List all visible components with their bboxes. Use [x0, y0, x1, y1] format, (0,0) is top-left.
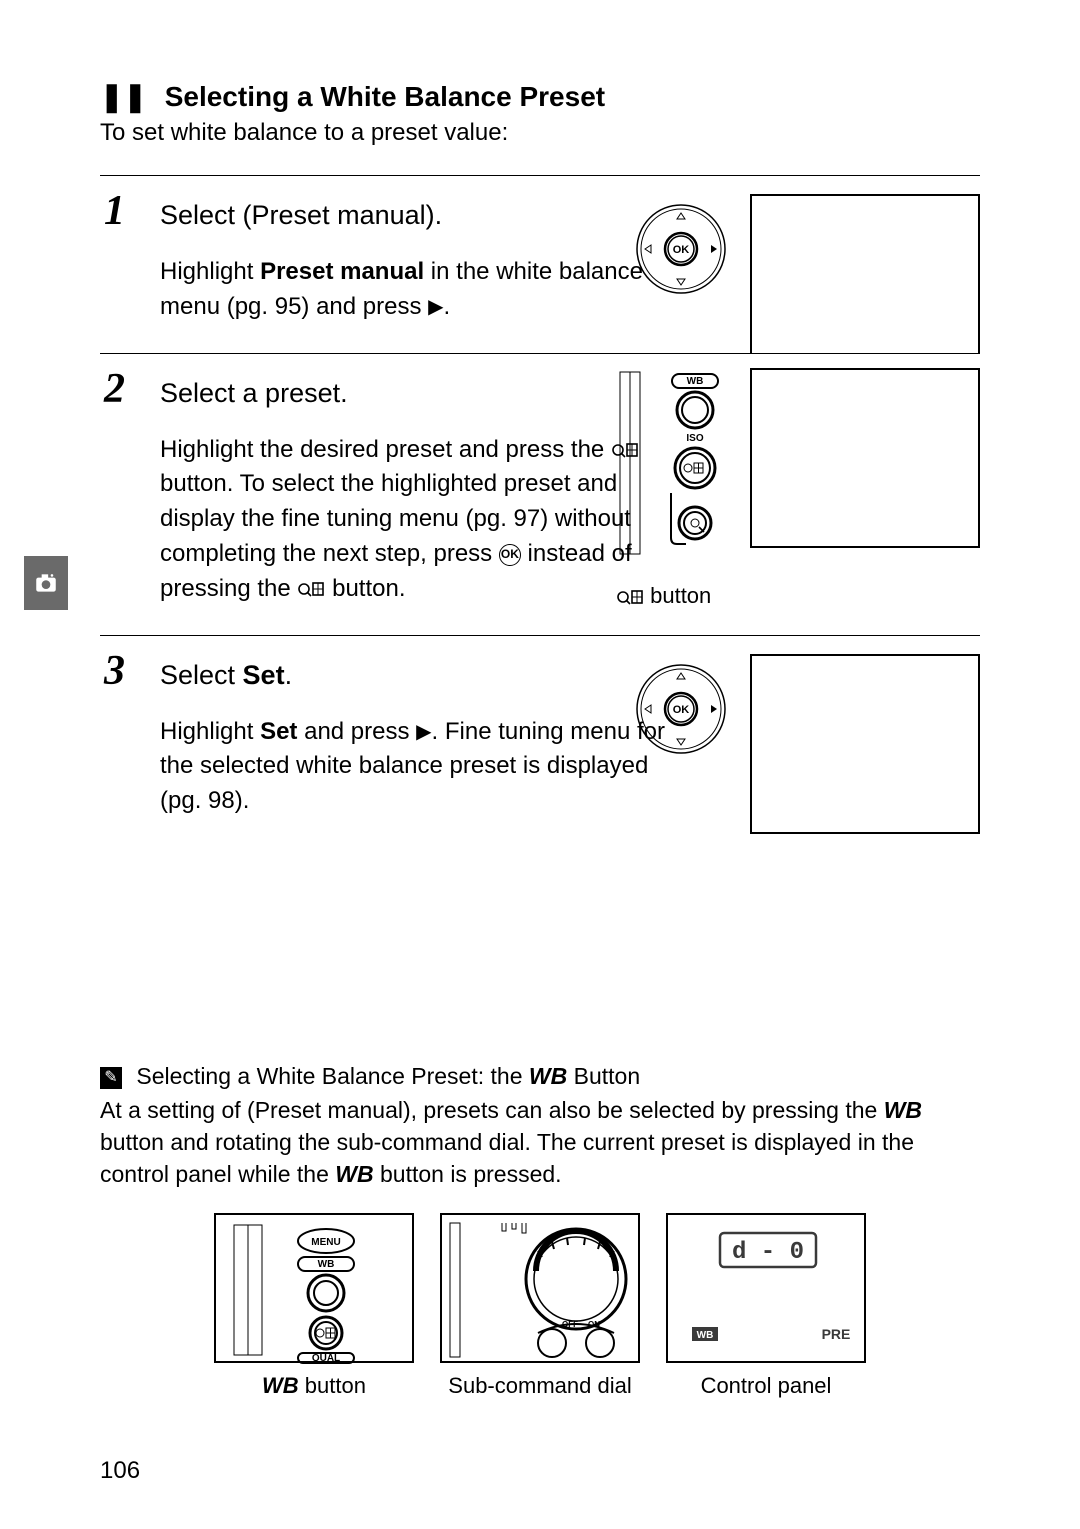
step-1: 1 Select (Preset manual). Highlight Pres… — [100, 175, 980, 353]
thumbnail-button-icon — [616, 588, 644, 606]
dpad-icon: OK — [631, 199, 731, 299]
fig-wb-button: MENU WB QUAL — [214, 1213, 414, 1399]
manual-page: ❚❚ Selecting a White Balance Preset To s… — [0, 0, 1080, 1529]
note-body: At a setting of (Preset manual), presets… — [100, 1094, 980, 1191]
ok-button-icon: OK — [499, 544, 521, 566]
figure-caption: button — [616, 583, 711, 609]
right-arrow-icon: ▶ — [416, 721, 431, 743]
step-body: Highlight Preset manual in the white bal… — [160, 255, 680, 325]
note-section: ✎ Selecting a White Balance Preset: the … — [100, 1063, 980, 1399]
section-heading: ❚❚ Selecting a White Balance Preset — [100, 80, 980, 113]
note-title: ✎ Selecting a White Balance Preset: the … — [100, 1063, 980, 1090]
svg-text:WB: WB — [697, 1330, 714, 1341]
thumbnail-button-icon — [297, 580, 325, 598]
section-tab-camera-icon — [24, 556, 68, 610]
step-2: 2 Select a preset. Highlight the desired… — [100, 353, 980, 635]
heading-glyph: ❚❚ — [100, 81, 147, 112]
dpad-icon: OK — [631, 659, 731, 759]
lcd-screenshot-placeholder — [750, 368, 980, 548]
heading-text: Selecting a White Balance Preset — [165, 81, 605, 112]
fig-sub-command-dial: OFF ON Sub-command dial — [440, 1213, 640, 1399]
step-number: 2 — [104, 368, 125, 410]
svg-text:QUAL: QUAL — [312, 1353, 340, 1364]
camera-back-diagram: WB ISO — [616, 368, 736, 563]
step-number: 1 — [104, 190, 125, 232]
step-3-figures: OK — [626, 654, 980, 834]
right-arrow-icon: ▶ — [428, 296, 443, 318]
sub-command-dial-diagram: OFF ON — [440, 1213, 640, 1363]
control-panel-diagram: d - 0 WB PRE — [666, 1213, 866, 1363]
svg-text:ON: ON — [588, 1320, 600, 1329]
camera-icon — [33, 570, 59, 596]
bottom-figure-row: MENU WB QUAL — [100, 1213, 980, 1399]
step-body: Highlight Set and press ▶. Fine tuning m… — [160, 715, 680, 819]
fig-control-panel: d - 0 WB PRE Control panel — [666, 1213, 866, 1399]
multi-selector-diagram: OK — [626, 654, 736, 764]
step-1-figures: OK — [626, 194, 980, 353]
svg-text:ISO: ISO — [686, 433, 703, 444]
svg-text:OFF: OFF — [562, 1320, 578, 1329]
intro-text: To set white balance to a preset value: — [100, 119, 980, 147]
svg-text:WB: WB — [318, 1259, 335, 1270]
tip-badge-icon: ✎ — [100, 1067, 122, 1089]
svg-text:OK: OK — [673, 244, 690, 256]
svg-text:MENU: MENU — [311, 1237, 340, 1248]
multi-selector-diagram: OK — [626, 194, 736, 304]
step-number: 3 — [104, 650, 125, 692]
page-number: 106 — [100, 1457, 140, 1485]
step-3: 3 Select Set. Highlight Set and press ▶.… — [100, 635, 980, 847]
svg-text:WB: WB — [687, 376, 704, 387]
step-body: Highlight the desired preset and press t… — [160, 433, 680, 607]
lcd-screenshot-placeholder — [750, 654, 980, 834]
wb-button-diagram: MENU WB QUAL — [214, 1213, 414, 1363]
svg-text:PRE: PRE — [822, 1326, 851, 1342]
lcd-screenshot-placeholder — [750, 194, 980, 353]
step-2-figures: WB ISO — [616, 368, 980, 609]
svg-text:OK: OK — [673, 704, 690, 716]
svg-text:d - 0: d - 0 — [732, 1239, 804, 1266]
